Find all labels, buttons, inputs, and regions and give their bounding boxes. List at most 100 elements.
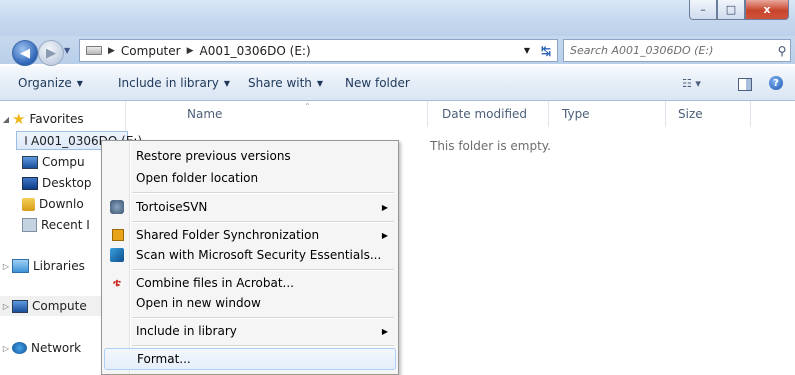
nav-recent-label: Recent I xyxy=(41,218,90,232)
forward-button[interactable]: ▶ xyxy=(38,40,64,66)
maximize-button[interactable]: □ xyxy=(717,0,745,20)
menu-separator xyxy=(132,317,394,319)
menu-item-label: Open in new window xyxy=(136,296,261,310)
column-divider[interactable] xyxy=(427,101,428,127)
back-button[interactable]: ◀ xyxy=(12,40,38,66)
view-list-icon: ☷ ▾ xyxy=(682,76,701,90)
chevron-down-icon: ▼ xyxy=(76,78,83,88)
chevron-down-icon: ▼ xyxy=(316,78,324,88)
close-button[interactable]: x xyxy=(745,0,789,20)
shared-folder-sync-icon xyxy=(112,229,124,241)
back-arrow-icon: ◀ xyxy=(20,45,30,61)
minimize-button[interactable]: – xyxy=(689,0,717,20)
downloads-icon xyxy=(22,197,35,211)
nav-desktop[interactable]: Desktop xyxy=(22,173,92,193)
nav-libraries-label: Libraries xyxy=(33,259,85,273)
breadcrumb-separator-icon[interactable]: ▶ xyxy=(185,46,196,56)
breadcrumb-computer[interactable]: Computer xyxy=(117,44,185,58)
empty-folder-message: This folder is empty. xyxy=(430,139,551,153)
acrobat-icon: ቴ xyxy=(113,276,121,289)
recent-pages-dropdown[interactable]: ▼ xyxy=(64,46,70,55)
menu-item-label: Combine files in Acrobat... xyxy=(136,276,294,290)
menu-separator xyxy=(132,345,394,347)
refresh-button[interactable]: ↹ xyxy=(535,39,558,62)
menu-item-format[interactable]: Format... xyxy=(104,348,396,370)
menu-separator xyxy=(132,221,394,223)
breadcrumb-drive[interactable]: A001_0306DO (E:) xyxy=(196,44,315,58)
search-input[interactable]: Search A001_0306DO (E:) xyxy=(564,44,774,57)
menu-separator xyxy=(132,192,394,194)
collapse-triangle-icon[interactable]: ▷ xyxy=(0,344,12,353)
nav-favorites[interactable]: ◢ ★ Favorites xyxy=(0,109,84,129)
nav-downloads-label: Downlo xyxy=(39,197,84,211)
nav-desktop-label: Desktop xyxy=(42,176,92,190)
help-icon[interactable]: ? xyxy=(769,76,783,90)
menu-item-restore-previous-versions[interactable]: Restore previous versions xyxy=(104,145,396,167)
include-in-library-label: Include in library xyxy=(118,76,219,90)
address-row: ◀ ▶ ▼ ▶ Computer ▶ A001_0306DO (E:) ▼ ↹ … xyxy=(0,36,795,66)
share-with-button[interactable]: Share with ▼ xyxy=(248,66,323,100)
sort-ascending-icon: ⌃ xyxy=(304,102,311,111)
nav-libraries[interactable]: ▷ Libraries xyxy=(0,256,85,276)
column-divider[interactable] xyxy=(665,101,666,127)
menu-item-label: Restore previous versions xyxy=(136,149,291,163)
menu-item-label: Format... xyxy=(137,352,191,366)
window-controls: – □ x xyxy=(689,0,789,20)
expand-triangle-icon[interactable]: ◢ xyxy=(0,115,12,124)
breadcrumb-separator-icon[interactable]: ▶ xyxy=(106,46,117,56)
column-header-size[interactable]: Size xyxy=(678,101,703,127)
include-in-library-button[interactable]: Include in library ▼ xyxy=(118,66,230,100)
organize-button[interactable]: Organize ▼ xyxy=(18,66,83,100)
title-bar: – □ x xyxy=(0,0,795,36)
menu-item-open-new-window[interactable]: Open in new window xyxy=(104,292,396,314)
nav-computer-favorite[interactable]: Compu xyxy=(22,152,85,172)
column-divider[interactable] xyxy=(750,101,751,127)
command-bar: Organize ▼ Include in library ▼ Share with… xyxy=(0,66,795,101)
menu-item-include-in-library[interactable]: Include in library ▶ xyxy=(104,320,396,342)
forward-arrow-icon: ▶ xyxy=(46,45,56,61)
column-header-type[interactable]: Type xyxy=(562,101,590,127)
favorites-star-icon: ★ xyxy=(12,110,26,128)
search-box[interactable]: Search A001_0306DO (E:) ⚲ xyxy=(563,39,791,62)
menu-item-label: Shared Folder Synchronization xyxy=(136,228,320,242)
menu-item-shared-folder-sync[interactable]: Shared Folder Synchronization ▶ xyxy=(104,224,396,246)
menu-item-scan-security-essentials[interactable]: Scan with Microsoft Security Essentials.… xyxy=(104,244,396,266)
menu-item-combine-acrobat[interactable]: ቴ Combine files in Acrobat... xyxy=(104,272,396,294)
network-icon xyxy=(12,342,27,354)
search-icon[interactable]: ⚲ xyxy=(774,44,790,58)
recent-places-icon xyxy=(22,218,37,232)
column-header-name[interactable]: Name xyxy=(187,101,222,127)
menu-item-label: Include in library xyxy=(136,324,237,338)
menu-item-label: Scan with Microsoft Security Essentials.… xyxy=(136,248,382,262)
chevron-down-icon: ▼ xyxy=(223,78,231,88)
context-menu: Restore previous versions Open folder lo… xyxy=(101,140,399,375)
desktop-icon xyxy=(22,176,38,190)
collapse-triangle-icon[interactable]: ▷ xyxy=(0,302,12,311)
submenu-arrow-icon: ▶ xyxy=(381,326,388,336)
share-with-label: Share with xyxy=(248,76,312,90)
menu-separator xyxy=(132,269,394,271)
menu-item-open-folder-location[interactable]: Open folder location xyxy=(104,167,396,189)
new-folder-button[interactable]: New folder xyxy=(345,66,410,100)
change-view-button[interactable]: ☷ ▾ xyxy=(682,66,701,100)
preview-pane-icon[interactable] xyxy=(738,78,752,91)
nav-network[interactable]: ▷ Network xyxy=(0,338,81,358)
security-essentials-icon xyxy=(110,248,124,262)
collapse-triangle-icon[interactable]: ▷ xyxy=(0,262,12,271)
column-header-date-modified[interactable]: Date modified xyxy=(442,101,527,127)
column-divider[interactable] xyxy=(548,101,549,127)
nav-downloads[interactable]: Downlo xyxy=(22,194,84,214)
libraries-icon xyxy=(12,259,29,273)
address-bar[interactable]: ▶ Computer ▶ A001_0306DO (E:) xyxy=(79,39,521,62)
menu-item-label: TortoiseSVN xyxy=(136,200,208,214)
menu-item-tortoisesvn[interactable]: TortoiseSVN ▶ xyxy=(104,196,396,218)
organize-label: Organize xyxy=(18,76,72,90)
nav-favorites-label: Favorites xyxy=(29,112,84,126)
address-dropdown-button[interactable]: ▼ xyxy=(519,39,536,62)
drive-icon xyxy=(25,136,27,145)
computer-icon xyxy=(22,155,38,169)
nav-network-label: Network xyxy=(31,341,82,355)
submenu-arrow-icon: ▶ xyxy=(381,230,388,240)
nav-recent-places[interactable]: Recent I xyxy=(22,215,90,235)
drive-icon xyxy=(86,46,102,55)
